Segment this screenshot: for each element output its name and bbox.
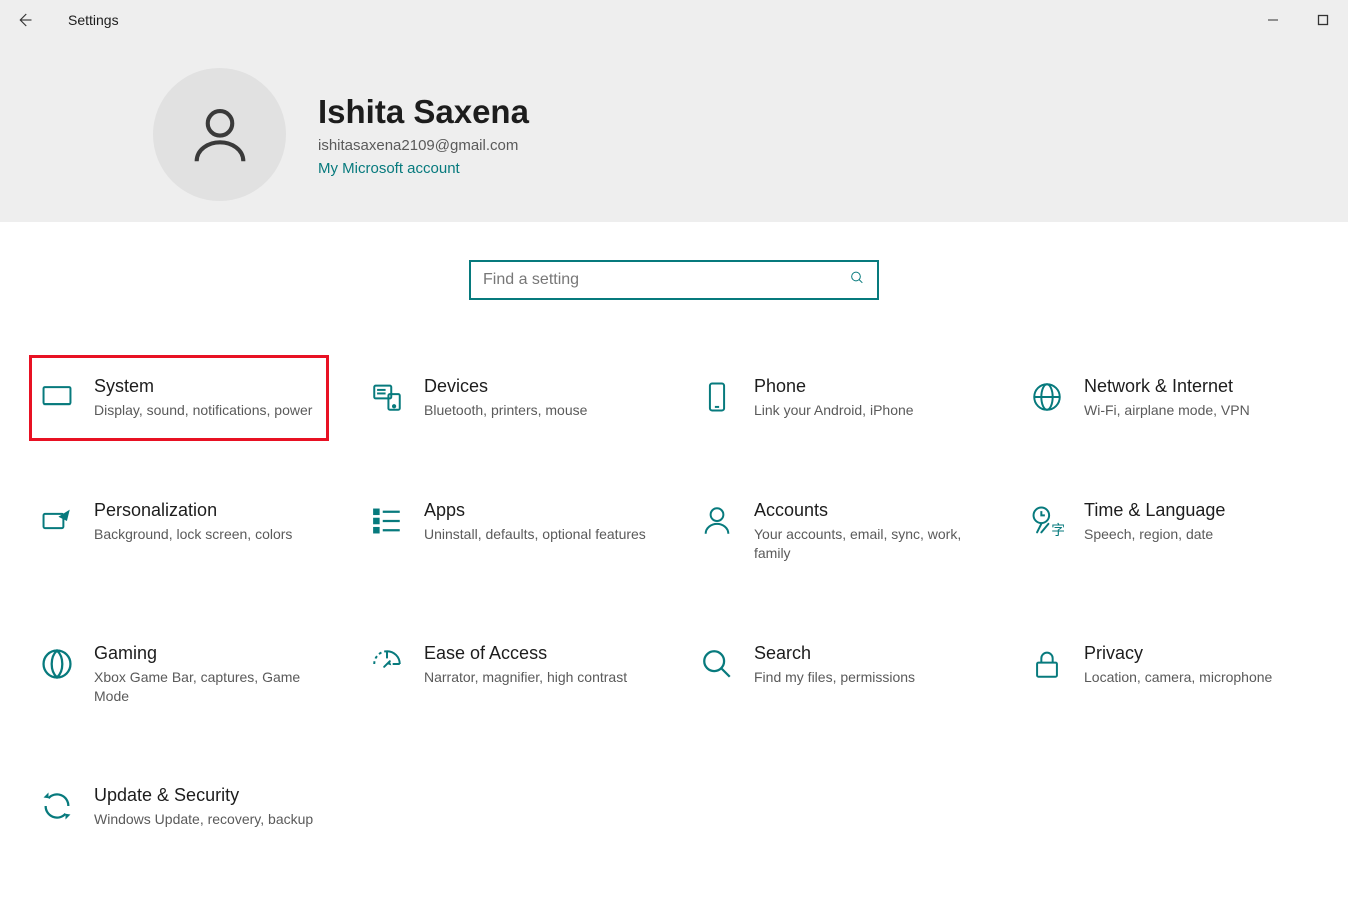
minimize-button[interactable] [1248,0,1298,40]
category-desc: Uninstall, defaults, optional features [424,525,646,544]
category-text: Privacy Location, camera, microphone [1084,643,1306,687]
category-title: Privacy [1084,643,1306,664]
category-time[interactable]: 字 Time & Language Speech, region, date [1019,479,1319,584]
category-title: Personalization [94,500,316,521]
category-desc: Wi-Fi, airplane mode, VPN [1084,401,1306,420]
maximize-button[interactable] [1298,0,1348,40]
header: Settings Ishita Saxena ishitasaxena2109@… [0,0,1348,222]
app-title: Settings [68,12,119,28]
category-desc: Your accounts, email, sync, work, family [754,525,976,563]
window-buttons [1248,0,1348,40]
category-desc: Narrator, magnifier, high contrast [424,668,646,687]
ease-icon [368,645,406,683]
apps-icon [368,502,406,540]
category-devices[interactable]: Devices Bluetooth, printers, mouse [359,355,659,441]
category-title: Ease of Access [424,643,646,664]
microsoft-account-link[interactable]: My Microsoft account [318,160,529,177]
category-system[interactable]: System Display, sound, notifications, pow… [29,355,329,441]
category-gaming[interactable]: Gaming Xbox Game Bar, captures, Game Mode [29,622,329,727]
category-desc: Speech, region, date [1084,525,1306,544]
search-input[interactable] [471,262,877,298]
category-text: Personalization Background, lock screen, … [94,500,316,544]
category-text: Time & Language Speech, region, date [1084,500,1306,544]
devices-icon [368,378,406,416]
category-desc: Bluetooth, printers, mouse [424,401,646,420]
category-title: Phone [754,376,976,397]
category-desc: Background, lock screen, colors [94,525,316,544]
category-desc: Link your Android, iPhone [754,401,976,420]
lock-icon [1028,645,1066,683]
category-desc: Xbox Game Bar, captures, Game Mode [94,668,316,706]
profile-name: Ishita Saxena [318,93,529,131]
category-text: Ease of Access Narrator, magnifier, high … [424,643,646,687]
category-text: Devices Bluetooth, printers, mouse [424,376,646,420]
content: System Display, sound, notifications, pow… [0,222,1348,850]
titlebar: Settings [0,0,1348,40]
search-icon [698,645,736,683]
category-desc: Windows Update, recovery, backup [94,810,316,829]
brush-icon [38,502,76,540]
svg-text:字: 字 [1051,523,1064,538]
monitor-icon [38,378,76,416]
back-button[interactable] [10,6,38,34]
person-icon [698,502,736,540]
category-phone[interactable]: Phone Link your Android, iPhone [689,355,989,441]
category-title: Devices [424,376,646,397]
category-title: Gaming [94,643,316,664]
search-box[interactable] [469,260,879,300]
category-search[interactable]: Search Find my files, permissions [689,622,989,727]
categories-grid: System Display, sound, notifications, pow… [0,355,1348,850]
category-desc: Display, sound, notifications, power [94,401,316,420]
category-title: Network & Internet [1084,376,1306,397]
category-text: System Display, sound, notifications, pow… [94,376,316,420]
category-accounts[interactable]: Accounts Your accounts, email, sync, work… [689,479,989,584]
gaming-icon [38,645,76,683]
category-title: System [94,376,316,397]
category-text: Update & Security Windows Update, recover… [94,785,316,829]
search-icon [849,270,865,291]
category-text: Search Find my files, permissions [754,643,976,687]
category-text: Network & Internet Wi-Fi, airplane mode, … [1084,376,1306,420]
profile-text: Ishita Saxena ishitasaxena2109@gmail.com… [318,93,529,177]
category-desc: Find my files, permissions [754,668,976,687]
category-update[interactable]: Update & Security Windows Update, recover… [29,764,329,850]
category-text: Gaming Xbox Game Bar, captures, Game Mode [94,643,316,706]
category-text: Phone Link your Android, iPhone [754,376,976,420]
sync-icon [38,787,76,825]
category-text: Apps Uninstall, defaults, optional featur… [424,500,646,544]
category-title: Accounts [754,500,976,521]
globe-icon [1028,378,1066,416]
profile-email: ishitasaxena2109@gmail.com [318,137,529,154]
time-icon: 字 [1028,502,1066,540]
category-title: Search [754,643,976,664]
category-title: Apps [424,500,646,521]
category-apps[interactable]: Apps Uninstall, defaults, optional featur… [359,479,659,584]
search-row [0,260,1348,300]
category-title: Time & Language [1084,500,1306,521]
category-title: Update & Security [94,785,316,806]
category-network[interactable]: Network & Internet Wi-Fi, airplane mode, … [1019,355,1319,441]
profile-section: Ishita Saxena ishitasaxena2109@gmail.com… [153,68,529,201]
phone-icon [698,378,736,416]
category-desc: Location, camera, microphone [1084,668,1306,687]
category-personalization[interactable]: Personalization Background, lock screen, … [29,479,329,584]
avatar [153,68,286,201]
category-ease[interactable]: Ease of Access Narrator, magnifier, high … [359,622,659,727]
category-privacy[interactable]: Privacy Location, camera, microphone [1019,622,1319,727]
category-text: Accounts Your accounts, email, sync, work… [754,500,976,563]
